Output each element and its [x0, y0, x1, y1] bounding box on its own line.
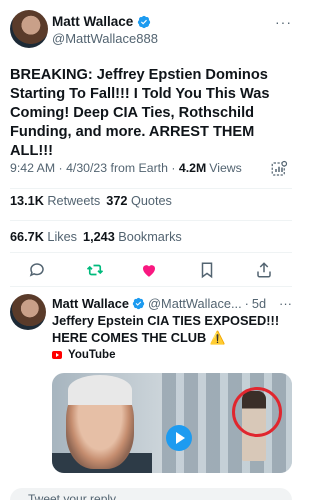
likes-stat[interactable]: 66.7K Likes — [10, 230, 77, 244]
action-bar — [0, 261, 302, 281]
related-tweet-header: Matt Wallace @MattWallace... · 5d — [52, 296, 266, 311]
related-author-name[interactable]: Matt Wallace — [52, 296, 129, 311]
bookmarks-count: 1,243 — [83, 230, 115, 244]
verified-badge-icon — [138, 15, 151, 28]
related-separator: · — [244, 296, 249, 311]
video-thumbnail[interactable] — [52, 373, 292, 473]
likes-bookmarks-stats: 66.7K Likes 1,243 Bookmarks — [10, 230, 182, 244]
bookmarks-stat[interactable]: 1,243 Bookmarks — [83, 230, 182, 244]
quotes-stat[interactable]: 372 Quotes — [106, 194, 172, 208]
red-circle-highlight — [232, 387, 282, 437]
tweet-meta: 9:42 AM · 4/30/23 from Earth · 4.2M Views — [10, 161, 242, 175]
retweets-label: Retweets — [47, 194, 101, 208]
divider — [10, 286, 292, 287]
author-avatar[interactable] — [10, 10, 48, 48]
analytics-icon[interactable] — [270, 160, 288, 178]
youtube-logo-icon — [52, 351, 62, 359]
quotes-count: 372 — [106, 194, 128, 208]
like-icon[interactable] — [140, 261, 158, 279]
related-author-handle[interactable]: @MattWallace... — [148, 296, 242, 311]
author-name[interactable]: Matt Wallace — [52, 14, 133, 29]
verified-badge-icon — [132, 297, 145, 310]
retweet-icon[interactable] — [86, 261, 104, 279]
likes-count: 66.7K — [10, 230, 44, 244]
divider — [10, 252, 292, 253]
related-author-avatar[interactable] — [10, 294, 46, 330]
more-options-icon[interactable]: ··· — [275, 14, 292, 30]
share-icon[interactable] — [255, 261, 273, 279]
views-count: 4.2M — [178, 161, 207, 175]
bookmarks-label: Bookmarks — [118, 230, 182, 244]
retweets-count: 13.1K — [10, 194, 44, 208]
reply-input[interactable]: Tweet your reply — [10, 488, 292, 500]
play-icon[interactable] — [166, 425, 192, 451]
related-tweet[interactable]: Matt Wallace @MattWallace... · 5d ··· Je… — [10, 294, 292, 500]
reply-bar: Tweet your reply — [0, 486, 302, 500]
youtube-label: YouTube — [68, 349, 116, 361]
author-handle[interactable]: @MattWallace888 — [52, 31, 158, 46]
likes-label: Likes — [47, 230, 78, 244]
divider — [10, 220, 292, 221]
reply-placeholder: Tweet your reply — [28, 492, 117, 500]
meta-separator-2: · — [171, 161, 176, 175]
quotes-label: Quotes — [130, 194, 172, 208]
youtube-source[interactable]: YouTube — [52, 349, 115, 361]
tweet-time[interactable]: 9:42 AM — [10, 161, 55, 175]
retweets-stat[interactable]: 13.1K Retweets — [10, 194, 100, 208]
divider — [10, 188, 292, 189]
author-name-row: Matt Wallace — [52, 14, 151, 29]
tweet-header: Matt Wallace @MattWallace888 ··· — [10, 10, 292, 50]
related-tweet-text: Jeffery Epstein CIA TIES EXPOSED!!! HERE… — [52, 313, 280, 345]
retweet-quote-stats: 13.1K Retweets 372 Quotes — [10, 194, 172, 208]
thumbnail-hair — [68, 375, 132, 405]
views-label: Views — [209, 161, 242, 175]
related-more-options-icon[interactable]: ··· — [279, 296, 292, 311]
tweet-source: from Earth — [110, 161, 168, 175]
tweet-date[interactable]: 4/30/23 — [66, 161, 107, 175]
related-time[interactable]: 5d — [252, 296, 266, 311]
tweet-text: BREAKING: Jeffrey Epstien Dominos Starti… — [10, 67, 270, 159]
bookmark-icon[interactable] — [198, 261, 216, 279]
reply-icon[interactable] — [28, 261, 46, 279]
meta-separator: · — [58, 161, 63, 175]
